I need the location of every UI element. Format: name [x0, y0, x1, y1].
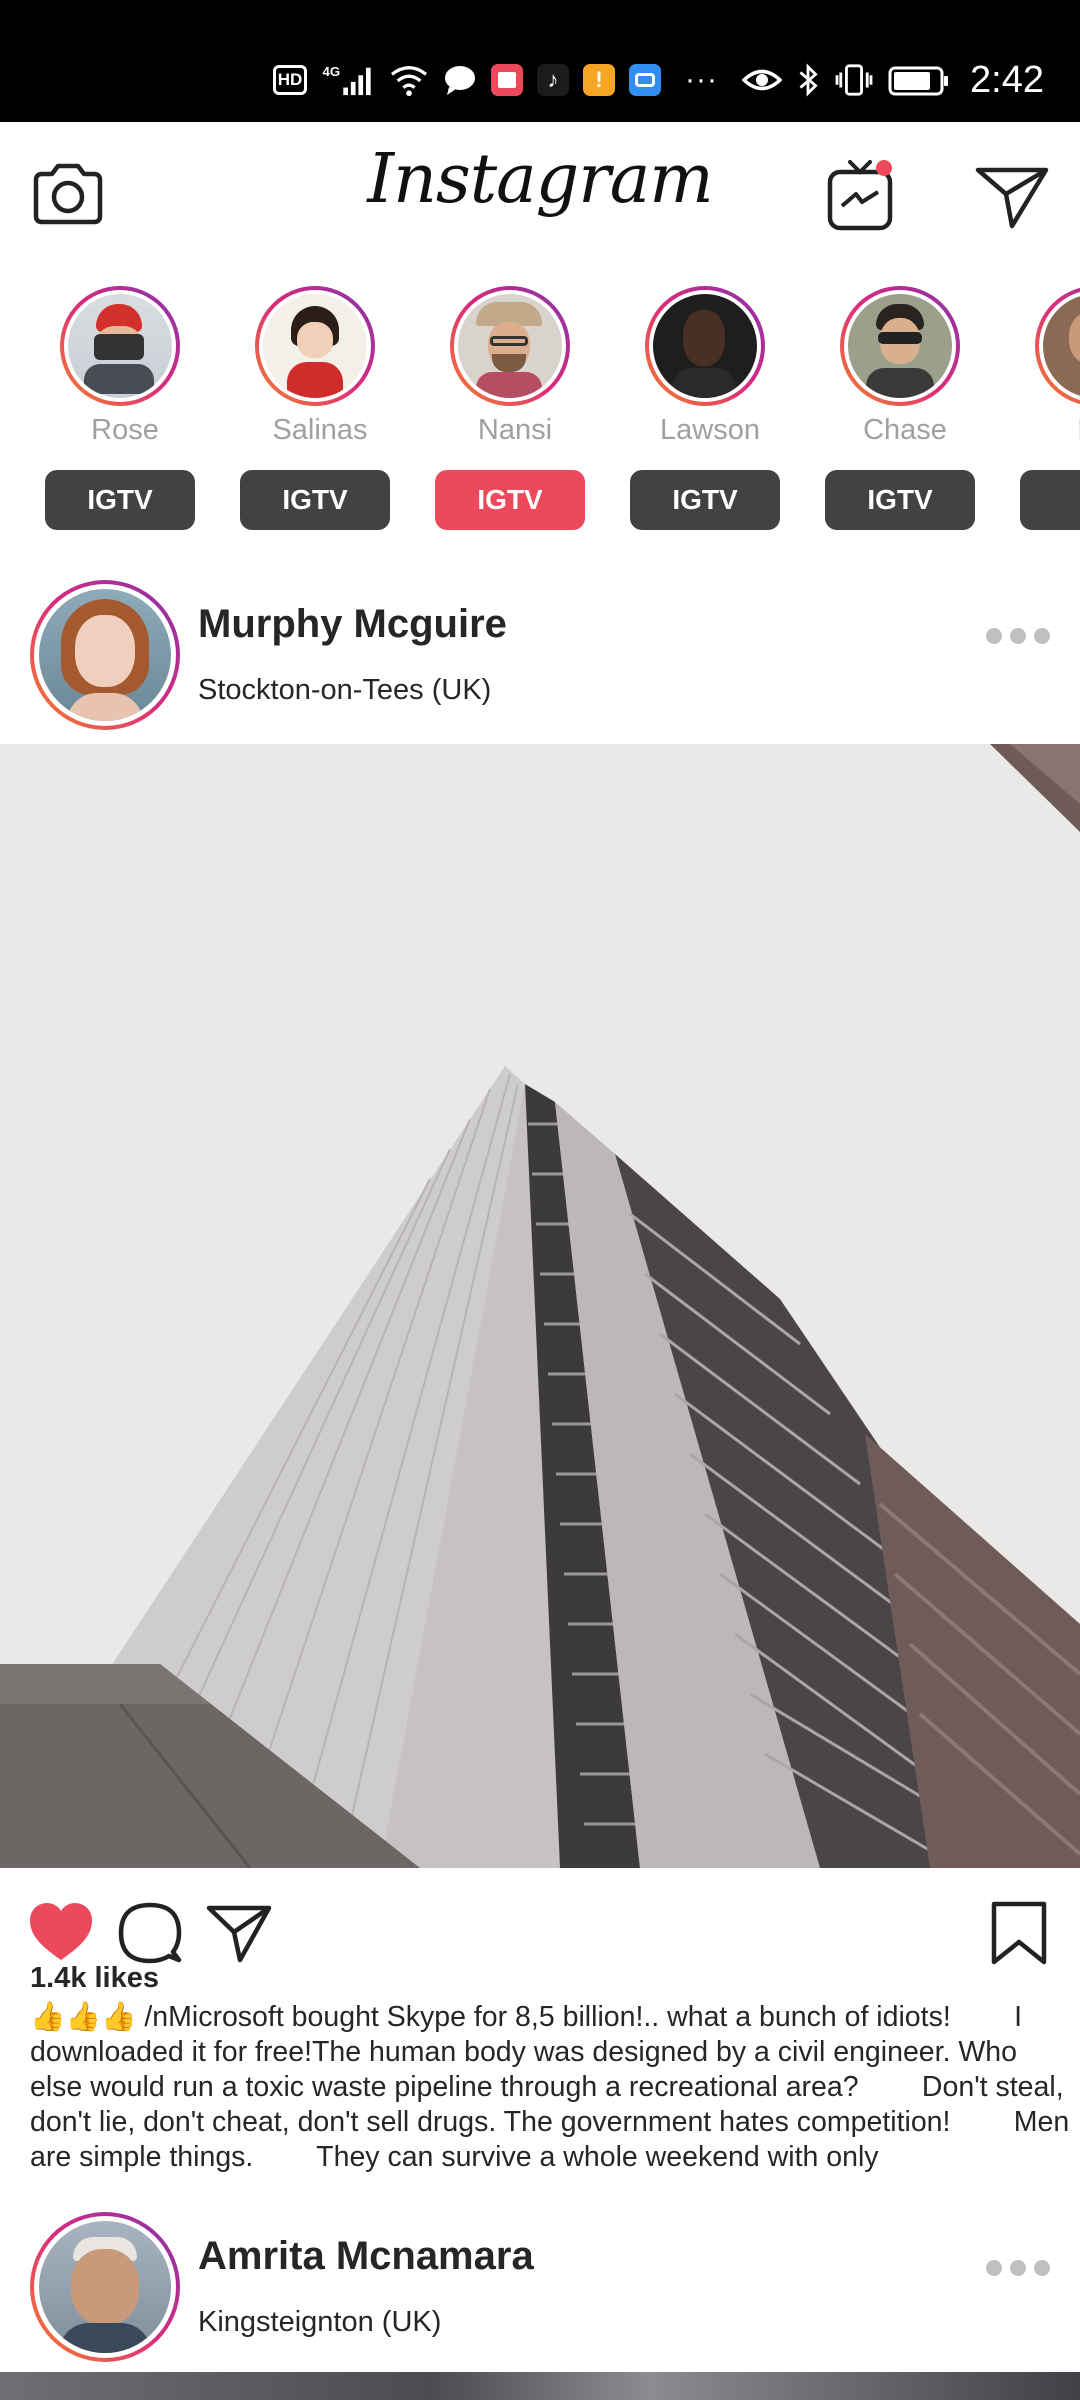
- story-name: Salinas: [272, 414, 368, 446]
- top-app-bar: Instagram: [0, 122, 1080, 264]
- story-avatar-ring: [840, 286, 960, 406]
- story-name: Nansi: [477, 414, 553, 446]
- signal-icon: 4G: [323, 64, 371, 96]
- igtv-badge[interactable]: IG: [1020, 470, 1080, 530]
- post-username[interactable]: Amrita Mcnamara: [198, 2234, 534, 2279]
- post-image[interactable]: [0, 744, 1080, 1868]
- hd-icon: HD: [273, 65, 308, 95]
- story-avatar: [263, 294, 367, 398]
- story-avatar-ring: [1035, 286, 1080, 406]
- likes-count[interactable]: 1.4k likes: [30, 1962, 159, 1995]
- building-photo: [0, 744, 1080, 1868]
- post-actions: [0, 1868, 1080, 1978]
- igtv-notification-dot: [876, 160, 892, 176]
- direct-message-icon: [975, 167, 1049, 229]
- story-item[interactable]: Lawson IGTV: [630, 286, 780, 530]
- post-image[interactable]: [0, 2372, 1080, 2400]
- story-avatar-ring: [450, 286, 570, 406]
- battery-icon: [888, 66, 949, 96]
- story-avatar: [458, 294, 562, 398]
- igtv-badge[interactable]: IGTV: [825, 470, 975, 530]
- story-item[interactable]: Salinas IGTV: [240, 286, 390, 530]
- eye-icon: [742, 69, 783, 91]
- comment-icon: [118, 1902, 182, 1964]
- status-bar: HD 4G ♪ ! ··· 2:42: [0, 0, 1080, 122]
- network-type-label: 4G: [323, 64, 341, 79]
- igtv-badge[interactable]: IGTV: [45, 470, 195, 530]
- igtv-button[interactable]: [820, 154, 900, 234]
- story-avatar: [68, 294, 172, 398]
- notification-app-icon: !: [583, 64, 616, 96]
- story-name: Lawson: [660, 414, 760, 446]
- dot-icon: [986, 628, 1002, 644]
- post-avatar-ring[interactable]: [30, 580, 180, 730]
- story-avatar-ring: [645, 286, 765, 406]
- more-options-button[interactable]: [986, 624, 1050, 648]
- avatar: [39, 2221, 171, 2353]
- bluetooth-icon: [799, 63, 818, 97]
- dot-icon: [1010, 2260, 1026, 2276]
- igtv-badge[interactable]: IGTV: [240, 470, 390, 530]
- story-item[interactable]: Nansi IGTV: [435, 286, 585, 530]
- story-name: Bro: [1020, 414, 1080, 447]
- story-avatar: [1043, 294, 1080, 398]
- chat-bubble-icon: [445, 66, 476, 95]
- story-item[interactable]: Chase IGTV: [825, 286, 975, 530]
- story-avatar-ring: [255, 286, 375, 406]
- save-button[interactable]: [986, 1900, 1052, 1966]
- dot-icon: [1010, 628, 1026, 644]
- instagram-logo: Instagram: [367, 140, 713, 219]
- direct-message-button[interactable]: [972, 154, 1052, 234]
- comment-button[interactable]: [117, 1900, 183, 1966]
- share-button[interactable]: [206, 1900, 272, 1966]
- post-header: Amrita Mcnamara Kingsteignton (UK): [0, 2198, 1080, 2362]
- igtv-badge[interactable]: IGTV: [630, 470, 780, 530]
- status-icons: HD 4G ♪ ! ··· 2:42: [273, 56, 1044, 104]
- stories-row: Rose IGTV Salinas IGTV Nansi IGTV Lawson…: [0, 264, 1080, 534]
- post-avatar-ring[interactable]: [30, 2212, 180, 2362]
- story-name: Chase: [863, 414, 947, 446]
- wifi-icon: [391, 66, 428, 97]
- story-item[interactable]: Rose IGTV: [45, 286, 195, 530]
- post-location[interactable]: Stockton-on-Tees (UK): [198, 674, 491, 707]
- tiktok-app-icon: ♪: [537, 64, 570, 96]
- more-dots-icon: ···: [685, 63, 719, 96]
- bookmark-icon: [991, 1901, 1047, 1965]
- heart-filled-icon: [30, 1903, 92, 1960]
- book-app-icon: [491, 64, 524, 96]
- post-caption: 👍👍👍 /nMicrosoft bought Skype for 8,5 bil…: [30, 2001, 1070, 2173]
- avatar: [39, 589, 171, 721]
- vibrate-icon: [835, 64, 873, 96]
- dot-icon: [1034, 2260, 1050, 2276]
- post-header: Murphy Mcguire Stockton-on-Tees (UK): [0, 566, 1080, 730]
- dot-icon: [1034, 628, 1050, 644]
- cloud-app-icon: [629, 64, 662, 96]
- send-icon: [206, 1905, 272, 1963]
- story-item[interactable]: Bro IG: [1020, 286, 1080, 530]
- clock-time: 2:42: [970, 58, 1044, 101]
- post-location[interactable]: Kingsteignton (UK): [198, 2306, 441, 2339]
- more-options-button[interactable]: [986, 2256, 1050, 2280]
- post-username[interactable]: Murphy Mcguire: [198, 602, 507, 647]
- story-name: Rose: [91, 414, 159, 446]
- dot-icon: [986, 2260, 1002, 2276]
- story-avatar: [848, 294, 952, 398]
- igtv-badge-active[interactable]: IGTV: [435, 470, 585, 530]
- story-avatar-ring: [60, 286, 180, 406]
- igtv-icon: [827, 160, 893, 231]
- like-button[interactable]: [28, 1900, 94, 1966]
- story-avatar: [653, 294, 757, 398]
